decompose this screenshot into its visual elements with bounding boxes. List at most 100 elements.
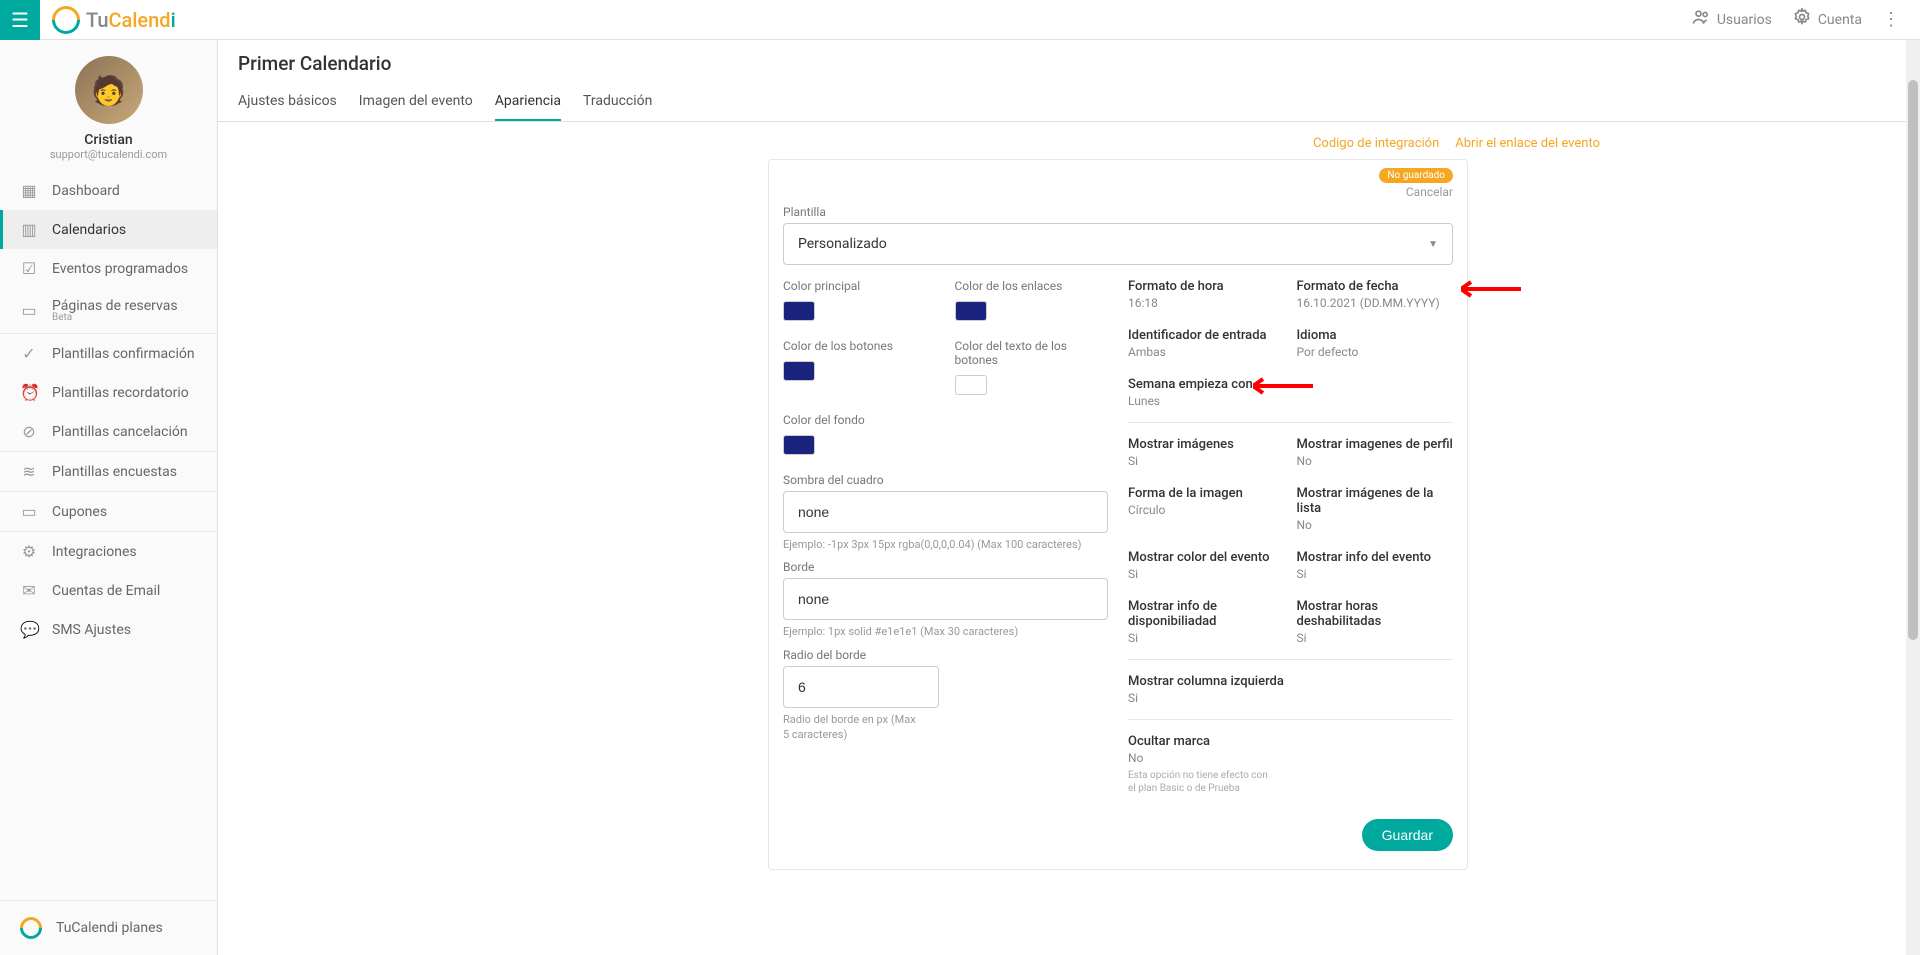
- date-format-setting[interactable]: Formato de fecha 16.10.2021 (DD.MM.YYYY): [1297, 279, 1454, 310]
- avatar[interactable]: 🧑: [75, 56, 143, 124]
- info-label: Mostrar color del evento: [1128, 550, 1285, 565]
- annotation-arrow-icon: [1461, 279, 1521, 299]
- sidebar-item-calendars[interactable]: ▥ Calendarios: [0, 210, 217, 249]
- sidebar: 🧑 Cristian support@tucalendi.com ▦ Dashb…: [0, 40, 218, 955]
- event-info-setting[interactable]: Mostrar info del evento Si: [1297, 550, 1454, 581]
- button-text-color-label: Color del texto de los botones: [955, 339, 1109, 367]
- info-label: Ocultar marca: [1128, 734, 1285, 749]
- menu-toggle-button[interactable]: ☰: [0, 0, 40, 40]
- sidebar-item-booking-pages[interactable]: ▭ Páginas de reservas Beta: [0, 288, 217, 333]
- hamburger-icon: ☰: [11, 8, 29, 32]
- list-images-setting[interactable]: Mostrar imágenes de la lista No: [1297, 486, 1454, 532]
- sidebar-item-dashboard[interactable]: ▦ Dashboard: [0, 171, 217, 210]
- sidebar-item-sms[interactable]: 💬 SMS Ajustes: [0, 610, 217, 649]
- buttons-color-label: Color de los botones: [783, 339, 937, 353]
- info-value: Ambas: [1128, 345, 1285, 359]
- sidebar-item-cancel-templates[interactable]: ⊘ Plantillas cancelación: [0, 412, 217, 451]
- buttons-color-swatch[interactable]: [783, 361, 815, 381]
- more-menu-button[interactable]: ⋮: [1882, 9, 1900, 30]
- unsaved-badge: No guardado: [1379, 168, 1453, 183]
- info-value: No: [1128, 751, 1285, 765]
- main-color-swatch[interactable]: [783, 301, 815, 321]
- time-format-setting[interactable]: Formato de hora 16:18: [1128, 279, 1285, 310]
- users-link[interactable]: Usuarios: [1691, 7, 1772, 32]
- layers-icon: ≋: [20, 462, 38, 481]
- info-label: Mostrar imágenes: [1128, 437, 1285, 452]
- info-value: Por defecto: [1297, 345, 1454, 359]
- plans-label: TuCalendi planes: [56, 920, 163, 936]
- sidebar-item-reminder-templates[interactable]: ⏰ Plantillas recordatorio: [0, 373, 217, 412]
- sidebar-footer-plans[interactable]: TuCalendi planes: [0, 900, 217, 955]
- sidebar-label: Cuentas de Email: [52, 583, 197, 599]
- clipboard-icon: ☑: [20, 259, 38, 278]
- cancel-link[interactable]: Cancelar: [1406, 185, 1453, 199]
- ticket-icon: ▭: [20, 502, 38, 521]
- info-value: Si: [1128, 691, 1285, 705]
- page-title: Primer Calendario: [238, 52, 1900, 75]
- page-icon: ▭: [20, 301, 38, 320]
- shadow-label: Sombra del cuadro: [783, 473, 1108, 487]
- sidebar-item-confirm-templates[interactable]: ✓ Plantillas confirmación: [0, 334, 217, 373]
- embed-code-link[interactable]: Codigo de integración: [1313, 136, 1439, 151]
- profile-images-setting[interactable]: Mostrar imagenes de perfil No: [1297, 437, 1454, 468]
- info-value: Si: [1128, 567, 1285, 581]
- brand-tu: Tu: [86, 8, 109, 32]
- bg-color-label: Color del fondo: [783, 413, 937, 427]
- left-column-setting[interactable]: Mostrar columna izquierda Si: [1128, 674, 1285, 705]
- save-button[interactable]: Guardar: [1362, 819, 1453, 851]
- tab-translation[interactable]: Traducción: [583, 93, 652, 121]
- profile-block: 🧑 Cristian support@tucalendi.com: [0, 40, 217, 171]
- info-value: Si: [1297, 631, 1454, 645]
- shadow-input[interactable]: [783, 491, 1108, 533]
- left-column: Color principal Color de los enlaces Col…: [783, 279, 1108, 809]
- bg-color-swatch[interactable]: [783, 435, 815, 455]
- radius-label: Radio del borde: [783, 648, 1108, 662]
- sidebar-label: Plantillas encuestas: [52, 464, 197, 480]
- users-label: Usuarios: [1717, 12, 1772, 28]
- sidebar-item-surveys[interactable]: ≋ Plantillas encuestas: [0, 452, 217, 491]
- scrollbar-thumb[interactable]: [1908, 80, 1918, 640]
- sidebar-label: Calendarios: [52, 222, 197, 238]
- brand-calend: Calend: [109, 8, 171, 32]
- info-label: Forma de la imagen: [1128, 486, 1285, 501]
- account-link[interactable]: Cuenta: [1792, 7, 1862, 32]
- tab-basic[interactable]: Ajustes básicos: [238, 93, 337, 121]
- template-value: Personalizado: [798, 236, 887, 252]
- info-value: 16.10.2021 (DD.MM.YYYY): [1297, 296, 1454, 310]
- show-images-setting[interactable]: Mostrar imágenes Si: [1128, 437, 1285, 468]
- border-input[interactable]: [783, 578, 1108, 620]
- language-setting[interactable]: Idioma Por defecto: [1297, 328, 1454, 359]
- sidebar-item-scheduled[interactable]: ☑ Eventos programados: [0, 249, 217, 288]
- info-label: Identificador de entrada: [1128, 328, 1285, 343]
- availability-info-setting[interactable]: Mostrar info de disponibiliadad Si: [1128, 599, 1285, 645]
- open-event-link[interactable]: Abrir el enlace del evento: [1455, 136, 1600, 151]
- image-shape-setting[interactable]: Forma de la imagen Círculo: [1128, 486, 1285, 532]
- links-color-swatch[interactable]: [955, 301, 987, 321]
- sidebar-label: Plantillas confirmación: [52, 346, 197, 362]
- sidebar-item-integrations[interactable]: ⚙ Integraciones: [0, 532, 217, 571]
- calendar-icon: ▥: [20, 220, 38, 239]
- chevron-down-icon: ▼: [1428, 239, 1438, 250]
- sidebar-label: SMS Ajustes: [52, 622, 197, 638]
- event-color-setting[interactable]: Mostrar color del evento Si: [1128, 550, 1285, 581]
- page-header: Primer Calendario Ajustes básicos Imagen…: [218, 40, 1920, 122]
- info-label: Mostrar imágenes de la lista: [1297, 486, 1454, 516]
- radius-input[interactable]: [783, 666, 939, 708]
- input-id-setting[interactable]: Identificador de entrada Ambas: [1128, 328, 1285, 359]
- template-select[interactable]: Personalizado ▼: [783, 223, 1453, 265]
- hide-brand-setting[interactable]: Ocultar marca No Esta opción no tiene ef…: [1128, 734, 1285, 795]
- info-value: No: [1297, 454, 1454, 468]
- brand-i: i: [171, 8, 176, 32]
- sidebar-item-coupons[interactable]: ▭ Cupones: [0, 492, 217, 531]
- disabled-hours-setting[interactable]: Mostrar horas deshabilitadas Si: [1297, 599, 1454, 645]
- info-label: Idioma: [1297, 328, 1454, 343]
- tab-appearance[interactable]: Apariencia: [495, 93, 561, 121]
- button-text-color-swatch[interactable]: [955, 375, 987, 395]
- dashboard-icon: ▦: [20, 181, 38, 200]
- brand-logo[interactable]: TuCalendi: [40, 6, 176, 34]
- profile-email: support@tucalendi.com: [0, 148, 217, 161]
- info-value: Si: [1297, 567, 1454, 581]
- sidebar-item-email[interactable]: ✉ Cuentas de Email: [0, 571, 217, 610]
- tab-image[interactable]: Imagen del evento: [359, 93, 473, 121]
- scrollbar[interactable]: [1906, 40, 1920, 955]
